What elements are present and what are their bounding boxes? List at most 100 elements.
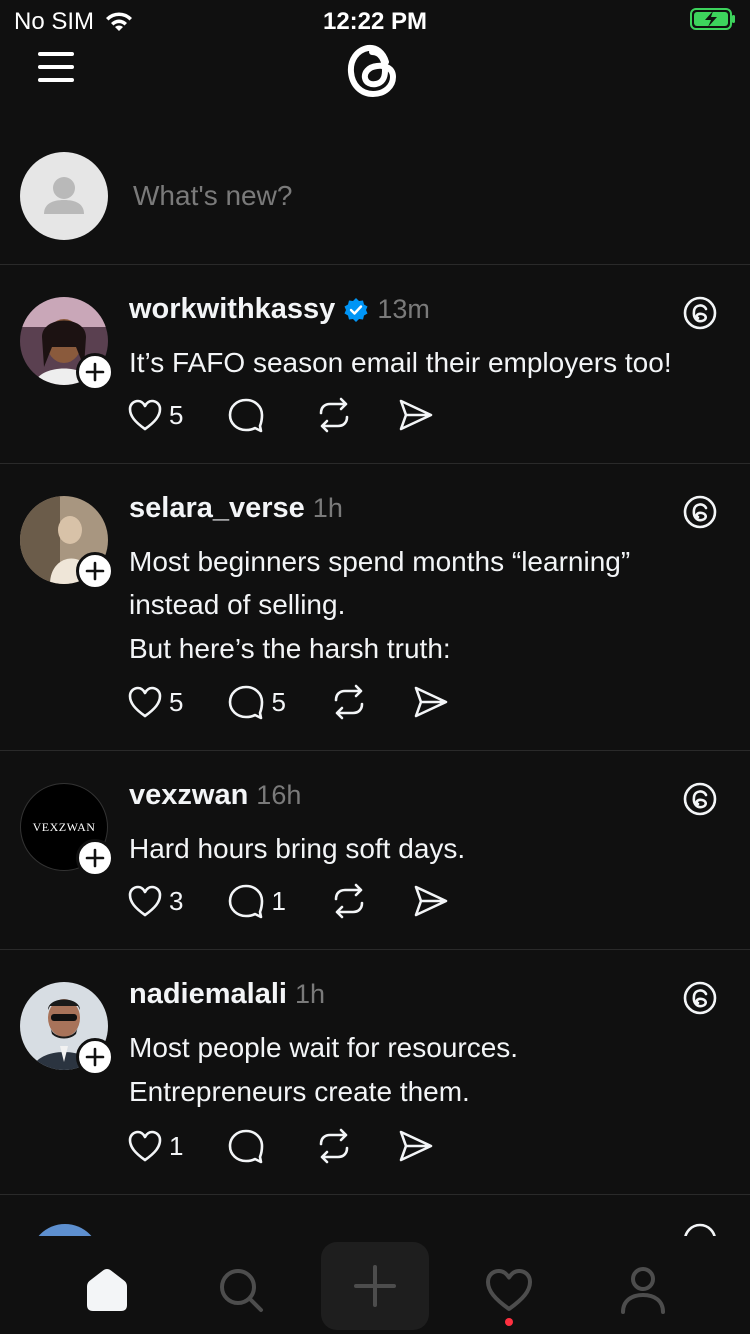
- post-time: 16h: [256, 780, 302, 810]
- tab-profile[interactable]: [611, 1258, 675, 1322]
- post-text: Hard hours bring soft days.: [129, 833, 466, 864]
- reply-button[interactable]: [227, 397, 271, 433]
- post-body: Most people wait for resources. Entrepre…: [129, 1026, 729, 1113]
- threads-icon: [684, 1223, 716, 1236]
- follow-button[interactable]: [76, 1038, 114, 1076]
- reply-button[interactable]: 5: [227, 684, 286, 720]
- heart-icon: [128, 686, 162, 718]
- tab-new-thread[interactable]: [321, 1242, 429, 1330]
- plus-icon: [85, 1047, 105, 1067]
- post-time: 1h: [294, 979, 326, 1009]
- post-text: But here’s the harsh truth:: [129, 633, 451, 664]
- post-text: Most beginners spend months “learning” i…: [129, 546, 631, 620]
- post-actions: 5 5: [127, 684, 494, 720]
- post-text: It’s FAFO season email their employers t…: [129, 347, 672, 378]
- tab-bar: [0, 1236, 750, 1334]
- plus-icon: [85, 362, 105, 382]
- threads-icon[interactable]: [682, 295, 718, 331]
- search-icon: [220, 1269, 263, 1312]
- comment-icon: [229, 685, 264, 720]
- new-thread-composer[interactable]: What's new?: [0, 130, 750, 265]
- plus-icon: [354, 1265, 396, 1307]
- share-button[interactable]: [412, 883, 450, 919]
- reply-button[interactable]: 1: [227, 883, 286, 919]
- username[interactable]: nadiemalali: [129, 978, 287, 1011]
- tab-home[interactable]: [75, 1258, 139, 1322]
- repost-icon: [320, 397, 349, 433]
- post-actions: 5: [127, 397, 479, 433]
- post-body: It’s FAFO season email their employers t…: [129, 341, 729, 384]
- post-header: nadiemalali 1h: [129, 978, 325, 1011]
- threads-logo-icon[interactable]: [340, 38, 406, 104]
- comment-icon: [229, 1129, 264, 1164]
- post-header: selara_verse 1h: [129, 492, 343, 525]
- tab-search[interactable]: [209, 1258, 273, 1322]
- follow-button[interactable]: [76, 353, 114, 391]
- like-count: 5: [169, 399, 184, 430]
- repost-button[interactable]: [315, 397, 353, 433]
- share-button[interactable]: [397, 397, 435, 433]
- send-icon: [400, 399, 433, 431]
- home-icon: [87, 1269, 127, 1311]
- post-body: Hard hours bring soft days.: [129, 827, 729, 870]
- threads-icon[interactable]: [682, 980, 718, 1016]
- post-time: 13m: [377, 294, 430, 324]
- thread-post[interactable]: VEXZWAN vexzwan 16h Hard hours bring sof…: [0, 751, 750, 950]
- repost-button[interactable]: [330, 684, 368, 720]
- repost-button[interactable]: [315, 1128, 353, 1164]
- follow-button[interactable]: [76, 552, 114, 590]
- repost-icon: [334, 684, 364, 720]
- send-icon: [414, 686, 448, 718]
- repost-button[interactable]: [330, 883, 368, 919]
- like-button[interactable]: 3: [127, 884, 183, 918]
- post-text: Most people wait for resources.: [129, 1032, 519, 1063]
- username[interactable]: workwithkassy: [129, 293, 335, 326]
- plus-icon: [85, 848, 105, 868]
- threads-icon[interactable]: [682, 781, 718, 817]
- thread-post[interactable]: selara_verse 1h Most beginners spend mon…: [0, 464, 750, 751]
- post-body: Most beginners spend months “learning” i…: [129, 540, 709, 670]
- follow-button[interactable]: [76, 839, 114, 877]
- menu-icon[interactable]: [38, 52, 74, 82]
- heart-icon: [128, 1130, 162, 1162]
- post-actions: 1: [127, 1128, 479, 1164]
- post-header: vexzwan 16h: [129, 779, 301, 812]
- notification-dot: [505, 1318, 513, 1326]
- thread-post[interactable]: nadiemalali 1h Most people wait for reso…: [0, 950, 750, 1195]
- status-bar: No SIM 12:22 PM: [0, 0, 750, 40]
- verified-badge-icon: [344, 297, 368, 322]
- comment-icon: [229, 884, 264, 919]
- heart-icon: [128, 885, 162, 917]
- composer-placeholder[interactable]: What's new?: [133, 180, 292, 212]
- like-button[interactable]: 1: [127, 1129, 183, 1163]
- reply-count: 1: [271, 885, 286, 916]
- default-user-icon: [44, 177, 84, 214]
- avatar: [20, 152, 108, 240]
- share-button[interactable]: [397, 1128, 435, 1164]
- post-time: 1h: [312, 493, 343, 523]
- username[interactable]: vexzwan: [129, 779, 248, 812]
- reply-count: 5: [271, 686, 286, 717]
- heart-icon: [128, 399, 162, 431]
- username[interactable]: selara_verse: [129, 492, 305, 525]
- tab-activity[interactable]: [477, 1258, 541, 1322]
- like-count: 1: [169, 1130, 184, 1161]
- like-button[interactable]: 5: [127, 685, 183, 719]
- battery-charging-icon: [690, 8, 735, 30]
- heart-icon: [486, 1269, 532, 1311]
- post-header: workwithkassy 13m: [129, 293, 430, 326]
- like-button[interactable]: 5: [127, 398, 183, 432]
- comment-icon: [229, 398, 264, 433]
- repost-icon: [334, 883, 364, 919]
- send-icon: [414, 885, 448, 917]
- share-button[interactable]: [412, 684, 450, 720]
- avatar: [30, 1224, 100, 1236]
- post-text: Entrepreneurs create them.: [129, 1076, 470, 1107]
- threads-icon[interactable]: [682, 494, 718, 530]
- like-count: 3: [169, 885, 184, 916]
- post-actions: 3 1: [127, 883, 494, 919]
- plus-icon: [85, 561, 105, 581]
- reply-button[interactable]: [227, 1128, 271, 1164]
- next-post-peek: [0, 1196, 750, 1236]
- thread-post[interactable]: workwithkassy 13m It’s FAFO season email…: [0, 265, 750, 464]
